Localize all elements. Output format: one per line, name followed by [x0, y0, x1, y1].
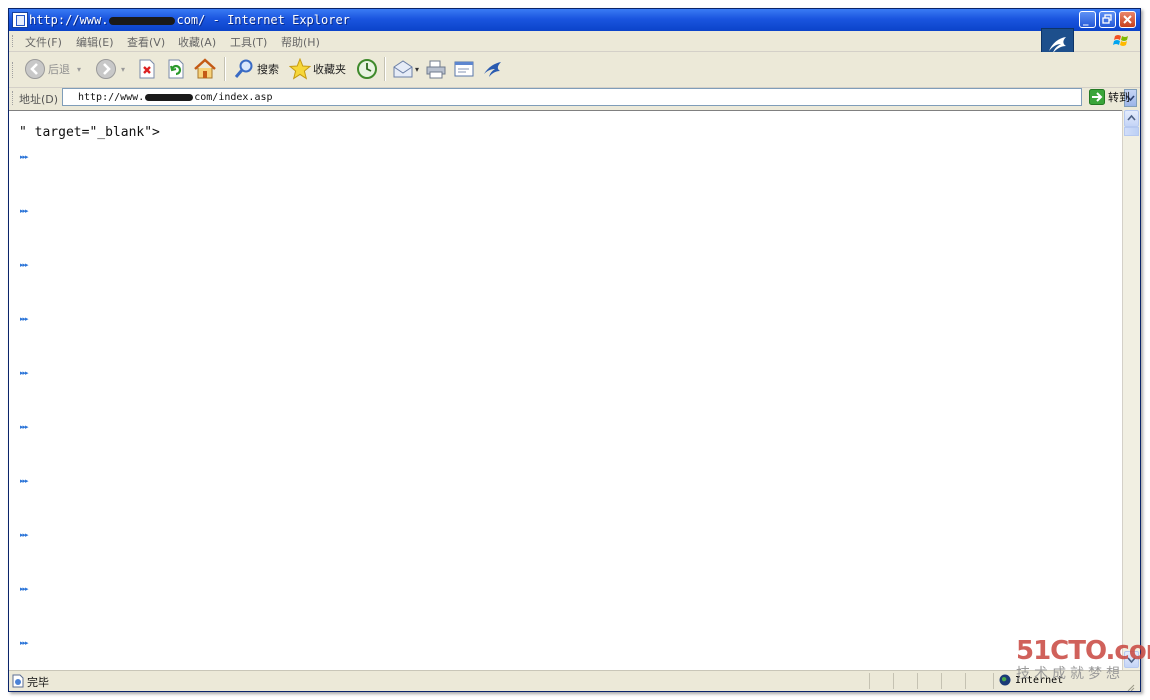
- list-marker[interactable]: ▸▸▸: [20, 477, 28, 485]
- menu-tools[interactable]: 工具(T): [230, 34, 267, 50]
- browser-window: http://www. com/ - Internet Explorer _ 文件…: [8, 8, 1141, 692]
- status-bar: 完毕 Internet: [9, 670, 1140, 691]
- restore-icon: [1102, 14, 1112, 24]
- title-url-suffix: com/: [176, 13, 206, 27]
- address-grip[interactable]: [12, 91, 15, 105]
- window-title: http://www. com/ - Internet Explorer: [29, 12, 350, 28]
- go-arrow-icon: [1089, 89, 1105, 105]
- home-icon: [194, 58, 216, 79]
- status-divider: [869, 673, 870, 689]
- address-url-suffix: com/index.asp: [194, 92, 273, 103]
- edit-button[interactable]: [453, 57, 475, 81]
- search-button[interactable]: 搜索: [233, 57, 279, 81]
- close-button[interactable]: [1119, 11, 1136, 28]
- list-marker[interactable]: ▸▸▸: [20, 585, 28, 593]
- restore-button[interactable]: [1099, 11, 1116, 28]
- menu-help[interactable]: 帮助(H): [281, 34, 320, 50]
- menu-edit[interactable]: 编辑(E): [76, 34, 114, 50]
- windows-flag-icon: [1113, 35, 1128, 46]
- stop-button[interactable]: [137, 57, 157, 81]
- favorites-button[interactable]: 收藏夹: [289, 57, 346, 81]
- toolbar-separator: [384, 57, 386, 81]
- ie-page-icon: [12, 12, 28, 28]
- favorites-label: 收藏夹: [313, 63, 346, 76]
- status-divider: [917, 673, 918, 689]
- refresh-button[interactable]: [166, 57, 186, 81]
- back-button[interactable]: 后退 ▾: [24, 57, 81, 81]
- address-label: 地址(D): [19, 93, 59, 106]
- status-text: 完毕: [27, 676, 49, 689]
- mail-button[interactable]: ▾: [392, 57, 419, 81]
- star-icon: [289, 58, 311, 80]
- mail-dropdown-icon[interactable]: ▾: [415, 65, 419, 74]
- list-marker[interactable]: ▸▸▸: [20, 261, 28, 269]
- back-dropdown-icon[interactable]: ▾: [77, 65, 81, 74]
- menu-grip[interactable]: [12, 35, 15, 47]
- chevron-up-icon: [1127, 114, 1136, 121]
- redacted-domain: [145, 93, 194, 101]
- scroll-thumb[interactable]: [1124, 127, 1139, 136]
- standard-toolbar: 后退 ▾ ▾ 搜索 收藏夹 ▾: [9, 52, 1140, 88]
- resize-grip-icon: [1127, 684, 1135, 691]
- mail-icon: [393, 60, 413, 78]
- address-url-prefix: http://www.: [78, 92, 145, 103]
- watermark-logo: 51CTO.com: [1016, 636, 1150, 666]
- menu-view[interactable]: 查看(V): [127, 34, 165, 50]
- status-divider: [893, 673, 894, 689]
- address-input[interactable]: http://www. com/index.asp: [62, 88, 1137, 107]
- close-icon: [1123, 15, 1132, 24]
- title-separator: -: [205, 13, 228, 27]
- list-marker[interactable]: ▸▸▸: [20, 423, 28, 431]
- messenger-button[interactable]: [481, 57, 503, 81]
- redacted-domain: [109, 16, 176, 25]
- list-marker[interactable]: ▸▸▸: [20, 639, 28, 647]
- scroll-up-button[interactable]: [1124, 110, 1139, 127]
- list-marker[interactable]: ▸▸▸: [20, 315, 28, 323]
- printer-icon: [426, 60, 446, 79]
- toolbar-separator: [224, 57, 226, 81]
- minimize-icon: _: [1083, 13, 1089, 26]
- go-label: 转到: [1108, 91, 1130, 104]
- list-marker[interactable]: ▸▸▸: [20, 207, 28, 215]
- search-icon: [234, 59, 253, 78]
- status-divider: [993, 673, 994, 689]
- edit-page-icon: [454, 61, 474, 77]
- status-divider: [941, 673, 942, 689]
- print-button[interactable]: [425, 57, 447, 81]
- title-app-name: Internet Explorer: [227, 13, 350, 27]
- title-bar[interactable]: http://www. com/ - Internet Explorer _: [9, 9, 1140, 31]
- menu-bar: 文件(F) 编辑(E) 查看(V) 收藏(A) 工具(T) 帮助(H): [9, 28, 1140, 61]
- globe-icon: [999, 674, 1011, 686]
- back-arrow-icon: [25, 59, 45, 79]
- watermark: 51CTO.com 技术成就梦想: [1016, 637, 1150, 683]
- forward-dropdown-icon[interactable]: ▾: [121, 65, 125, 74]
- toolbar-grip[interactable]: [12, 62, 15, 78]
- swallow-icon: [484, 62, 501, 77]
- list-marker[interactable]: ▸▸▸: [20, 369, 28, 377]
- go-button[interactable]: 转到: [1089, 89, 1130, 105]
- search-label: 搜索: [257, 63, 279, 76]
- forward-arrow-icon: [96, 59, 116, 79]
- history-button[interactable]: [356, 57, 378, 81]
- raw-markup-text: " target="_blank">: [19, 125, 160, 140]
- address-bar: 地址(D) http://www. com/index.asp 转到: [9, 88, 1140, 109]
- address-url[interactable]: http://www. com/index.asp: [78, 92, 273, 103]
- refresh-icon: [168, 59, 184, 79]
- list-marker[interactable]: ▸▸▸: [20, 531, 28, 539]
- title-url-prefix: http://www.: [29, 13, 109, 27]
- page-done-icon: [12, 674, 24, 688]
- menu-favorites[interactable]: 收藏(A): [178, 34, 216, 50]
- vertical-scrollbar[interactable]: [1122, 110, 1140, 670]
- back-label: 后退: [48, 63, 70, 76]
- watermark-slogan: 技术成就梦想: [1016, 666, 1124, 682]
- stop-icon: [139, 59, 155, 79]
- list-marker[interactable]: ▸▸▸: [20, 153, 28, 161]
- page-content: " target="_blank"> ▸▸▸ ▸▸▸ ▸▸▸ ▸▸▸ ▸▸▸ ▸…: [9, 110, 1122, 671]
- minimize-button[interactable]: _: [1079, 11, 1096, 28]
- home-button[interactable]: [193, 57, 217, 81]
- forward-button[interactable]: ▾: [95, 57, 125, 81]
- menu-file[interactable]: 文件(F): [25, 34, 62, 50]
- status-divider: [965, 673, 966, 689]
- history-icon: [357, 59, 377, 79]
